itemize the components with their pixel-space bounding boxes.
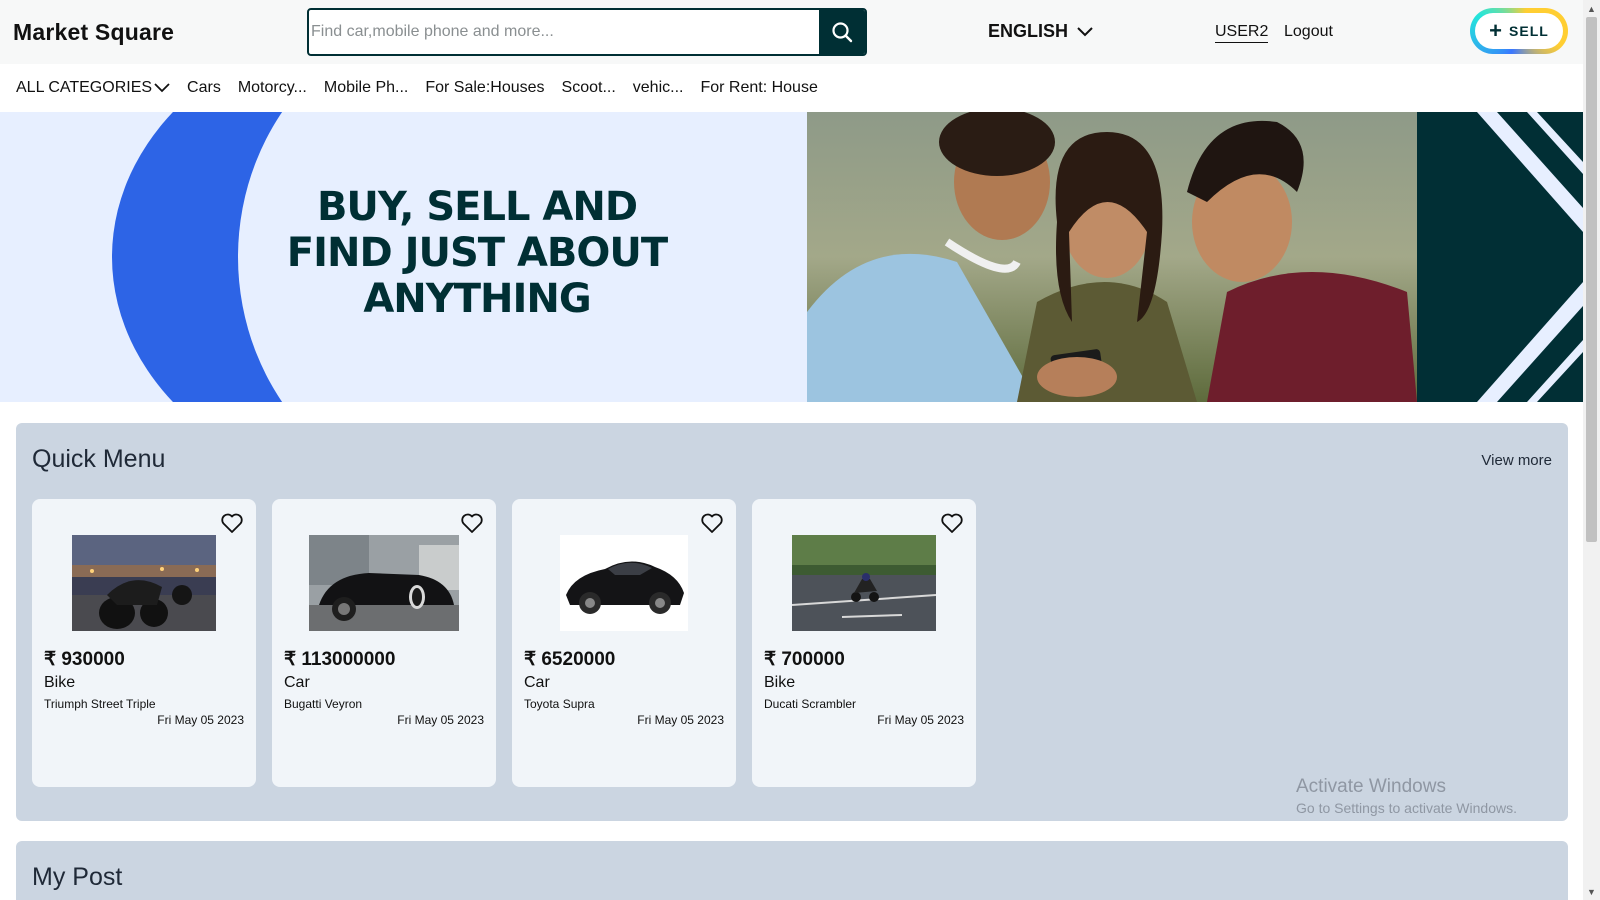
product-card[interactable]: ₹ 113000000 Car Bugatti Veyron Fri May 0… <box>272 499 496 787</box>
banner-headline: BUY, SELL AND FIND JUST ABOUT ANYTHING <box>272 184 682 322</box>
banner-line-1: BUY, SELL AND <box>316 184 638 230</box>
product-type: Car <box>524 674 550 691</box>
product-date: Fri May 05 2023 <box>637 713 724 727</box>
product-type: Bike <box>764 674 796 691</box>
product-name: Triumph Street Triple <box>44 697 156 711</box>
heart-icon[interactable] <box>220 511 244 535</box>
product-date: Fri May 05 2023 <box>157 713 244 727</box>
sell-button[interactable]: + SELL <box>1470 8 1568 54</box>
quick-menu-section: Quick Menu View more ₹ 930000 Bike Trium… <box>16 423 1568 821</box>
sell-label: SELL <box>1509 23 1549 39</box>
category-mobile-phones[interactable]: Mobile Ph... <box>324 79 408 97</box>
my-post-section: My Post <box>16 841 1568 900</box>
plus-icon: + <box>1489 18 1504 43</box>
activate-windows-watermark: Activate Windows Go to Settings to activ… <box>1296 776 1517 816</box>
category-for-rent-house[interactable]: For Rent: House <box>700 79 817 97</box>
scroll-up-arrow-icon[interactable]: ▲ <box>1583 0 1600 17</box>
quick-menu-title: Quick Menu <box>32 445 166 473</box>
product-image <box>792 535 936 631</box>
user-link[interactable]: USER2 <box>1215 22 1269 43</box>
product-price: ₹ 700000 <box>764 649 845 670</box>
category-scooters[interactable]: Scoot... <box>562 79 616 97</box>
search-icon <box>832 22 853 43</box>
top-header: Market Square ENGLISH USER2 Logout + SEL… <box>0 0 1583 64</box>
banner-line-2: FIND JUST ABOUT <box>286 230 668 276</box>
product-price: ₹ 6520000 <box>524 649 616 670</box>
view-more-link[interactable]: View more <box>1481 452 1552 469</box>
category-motorcycles[interactable]: Motorcy... <box>238 79 307 97</box>
all-categories-label: ALL CATEGORIES <box>16 79 153 96</box>
product-date: Fri May 05 2023 <box>877 713 964 727</box>
heart-icon[interactable] <box>700 511 724 535</box>
banner-accent <box>1417 112 1583 402</box>
scrollbar-thumb[interactable] <box>1586 17 1597 542</box>
language-selector[interactable]: ENGLISH <box>988 21 1094 42</box>
heart-icon[interactable] <box>940 511 964 535</box>
page: Market Square ENGLISH USER2 Logout + SEL… <box>0 0 1583 900</box>
site-logo[interactable]: Market Square <box>13 19 174 46</box>
scroll-down-arrow-icon[interactable]: ▼ <box>1583 883 1600 900</box>
all-categories-dropdown[interactable]: ALL CATEGORIES <box>16 79 170 97</box>
sell-button-inner: + SELL <box>1475 13 1563 49</box>
watermark-line-2: Go to Settings to activate Windows. <box>1296 800 1517 816</box>
vertical-scrollbar[interactable]: ▲ ▼ <box>1583 0 1600 900</box>
chevron-down-icon <box>154 83 170 93</box>
hero-banner[interactable]: BUY, SELL AND FIND JUST ABOUT ANYTHING <box>0 112 1583 402</box>
product-name: Ducati Scrambler <box>764 697 857 711</box>
product-image <box>309 535 459 631</box>
product-card[interactable]: ₹ 6520000 Car Toyota Supra Fri May 05 20… <box>512 499 736 787</box>
product-price: ₹ 113000000 <box>284 649 396 670</box>
product-type: Bike <box>44 674 76 691</box>
search-bar <box>307 8 867 56</box>
product-name: Toyota Supra <box>524 697 595 711</box>
language-label: ENGLISH <box>988 21 1069 41</box>
banner-graphic: BUY, SELL AND FIND JUST ABOUT ANYTHING <box>0 112 807 402</box>
heart-icon[interactable] <box>460 511 484 535</box>
search-input[interactable] <box>309 10 823 54</box>
product-card[interactable]: ₹ 700000 Bike Ducati Scrambler Fri May 0… <box>752 499 976 787</box>
product-image <box>560 535 688 631</box>
product-name: Bugatti Veyron <box>284 697 363 711</box>
banner-line-3: ANYTHING <box>363 276 591 322</box>
quick-menu-cards: ₹ 930000 Bike Triumph Street Triple Fri … <box>32 499 976 787</box>
category-nav: ALL CATEGORIES Cars Motorcy... Mobile Ph… <box>0 64 1583 112</box>
product-date: Fri May 05 2023 <box>397 713 484 727</box>
logout-link[interactable]: Logout <box>1284 22 1333 42</box>
product-price: ₹ 930000 <box>44 649 125 670</box>
my-post-title: My Post <box>32 863 123 891</box>
product-image <box>72 535 216 631</box>
search-button[interactable] <box>819 10 865 54</box>
chevron-down-icon <box>1077 26 1093 36</box>
product-type: Car <box>284 674 310 691</box>
watermark-line-1: Activate Windows <box>1296 776 1446 797</box>
banner-photo <box>807 112 1417 402</box>
category-for-sale-houses[interactable]: For Sale:Houses <box>425 79 544 97</box>
product-card[interactable]: ₹ 930000 Bike Triumph Street Triple Fri … <box>32 499 256 787</box>
category-vehicles[interactable]: vehic... <box>633 79 684 97</box>
category-cars[interactable]: Cars <box>187 79 221 97</box>
